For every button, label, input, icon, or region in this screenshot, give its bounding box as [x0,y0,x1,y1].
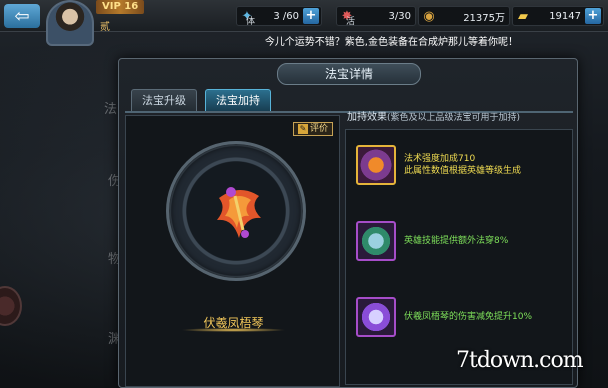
effect-item[interactable]: 伏羲凤梧琴的伤害减免提升10% [356,296,566,338]
effect-text: 英雄技能提供额外法穿8% [404,236,509,246]
edit-icon: ✎ [297,124,308,134]
stamina-resource: ✦ 体 3 /60 + [236,6,322,27]
tip-text: 今儿个运势不错？紫色,金色装备在合成炉那儿等着你呢！ [264,37,518,48]
vip-badge[interactable]: VIP 16 [96,0,145,14]
effect-line: 法术强度加成710 [404,154,476,164]
add-gold-button[interactable]: + [585,8,601,24]
effects-subtitle: (紫色及以上品级法宝可用于加持) [387,113,521,123]
effect-item[interactable]: 英雄技能提供额外法穿8% [356,220,566,262]
back-arrow-icon: ⇦ [14,5,30,27]
back-button[interactable]: ⇦ [4,4,40,28]
effect-text: 法术强度加成710 此属性数值根据英雄等级生成 [404,153,521,177]
dialog-title: 法宝详情 [277,63,421,85]
effect-item[interactable]: 法术强度加成710 此属性数值根据英雄等级生成 [356,144,566,186]
effect-line: 此属性数值根据英雄等级生成 [404,166,522,176]
treasure-ring [166,141,306,281]
copper-coin-icon: ◉ [423,8,435,24]
effects-panel: 加持效果(紫色及以上品级法宝可用于加持) 法术强度加成710 此属性数值根据英雄… [345,109,573,387]
energy-tag: 活 [346,17,356,27]
treasure-detail-dialog: 法宝详情 法宝升级 法宝加持 ✎ 评价 伏羲凤梧琴 加持效果(紫色及以上品级法宝… [118,58,578,388]
effects-header: 加持效果(紫色及以上品级法宝可用于加持) [345,109,573,127]
stamina-tag: 体 [246,17,256,27]
tab-empower[interactable]: 法宝加持 [205,89,271,111]
gold-ingot-icon: ▰ [518,8,528,24]
phoenix-zither-icon[interactable] [209,178,267,248]
tab-upgrade[interactable]: 法宝升级 [131,89,197,111]
gold-value: 19147 [549,10,581,22]
bg-label: 法 [104,102,118,117]
purple-treasure-icon[interactable] [356,221,396,261]
energy-resource: ✸ 活 3/30 [336,6,416,27]
add-stamina-button[interactable]: + [303,8,319,24]
name-glow [181,328,286,332]
watermark-text: 7tdown.com [456,348,584,373]
stamina-value: 3 /60 [273,10,299,22]
rate-button[interactable]: ✎ 评价 [292,122,333,136]
gold-treasure-icon[interactable] [356,145,396,185]
energy-value: 3/30 [388,10,411,22]
treasure-preview-panel: ✎ 评价 伏羲凤梧琴 [125,115,340,387]
copper-value: 21375万 [463,12,505,24]
gold-resource: ▰ 19147 + [512,6,604,26]
rate-button-label: 评价 [309,124,328,134]
effects-list: 法术强度加成710 此属性数值根据英雄等级生成 英雄技能提供额外法穿8% 伏羲凤… [345,129,573,385]
top-bar: ⇦ VIP 16 贰 ✦ 体 3 /60 + ✸ 活 3/30 ◉ 21375万… [0,0,608,46]
effects-title: 加持效果 [347,112,387,123]
copper-resource: ◉ 21375万 [418,6,510,26]
rank-badge: 贰 [100,22,110,33]
effect-text: 伏羲凤梧琴的伤害减免提升10% [404,312,533,322]
purple-treasure-icon[interactable] [356,297,396,337]
